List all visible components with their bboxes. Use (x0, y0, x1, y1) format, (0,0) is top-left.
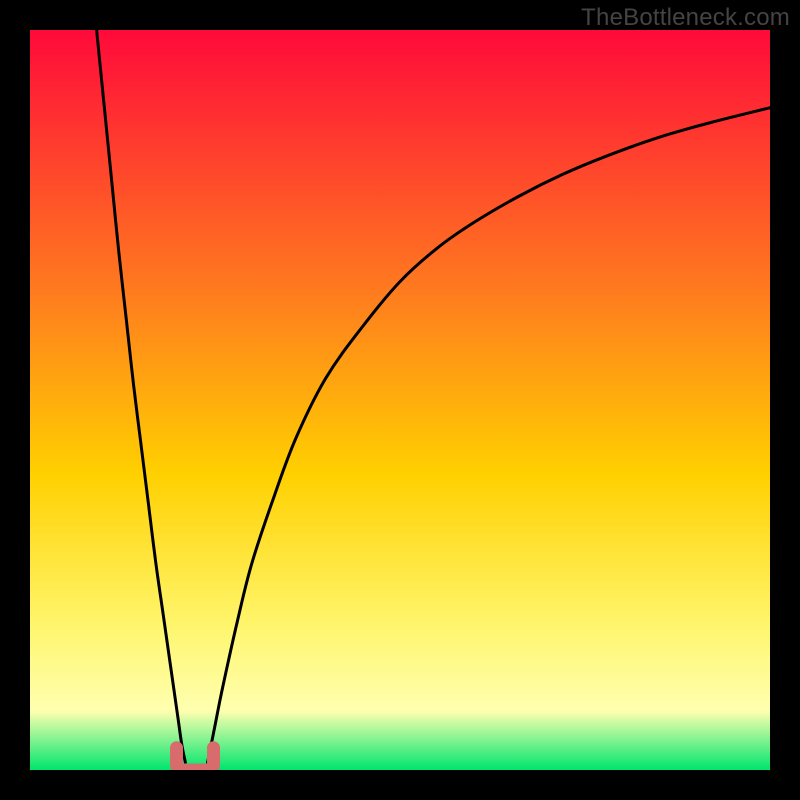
chart-svg (30, 30, 770, 770)
gradient-background (30, 30, 770, 770)
outer-frame: TheBottleneck.com (0, 0, 800, 800)
chart-plot-area (30, 30, 770, 770)
watermark-label: TheBottleneck.com (581, 4, 790, 32)
